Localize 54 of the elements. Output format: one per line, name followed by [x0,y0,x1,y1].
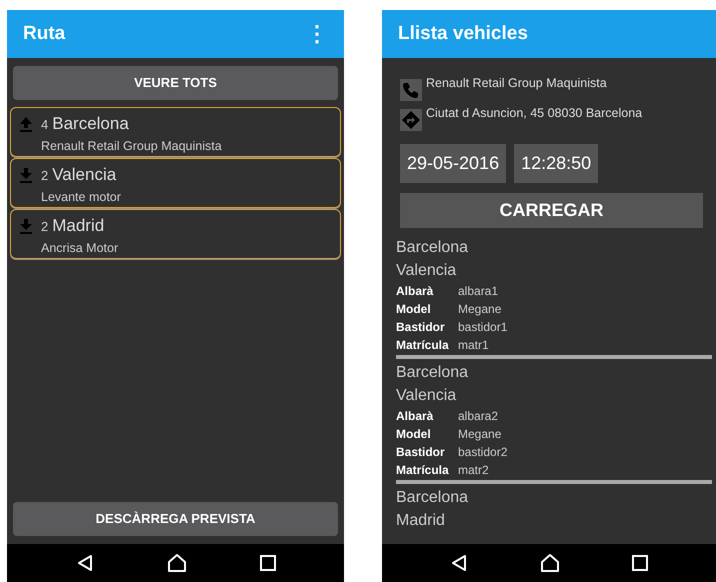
destination-city: Valencia [396,386,458,406]
field-label: Albarà [396,283,434,300]
show-all-button[interactable]: VEURE TOTS [13,66,338,100]
route-stop-item[interactable]: 4 Barcelona Renault Retail Group Maquinista [10,107,341,157]
route-stop-item[interactable]: 2 Madrid Ancrisa Motor [10,209,341,259]
field-label: Albarà [396,408,434,425]
phone-icon[interactable] [400,79,422,101]
field-value: matr1 [458,337,489,354]
field-label: Model [396,426,432,443]
field-value: albara1 [458,283,498,300]
screen-title: Ruta [23,22,66,46]
field-value: bastidor2 [458,444,508,461]
field-label: Bastidor [396,444,446,461]
date-field[interactable]: 29-05-2016 [400,144,506,183]
stop-city: Valencia [52,165,116,185]
destination-city: Madrid [396,511,446,531]
field-value: Megane [458,426,502,443]
field-label: Matrícula [396,462,450,479]
recents-icon[interactable] [632,555,648,571]
vehicle-count: 4 [41,116,48,134]
destination-city: Valencia [396,261,458,281]
stop-company: Renault Retail Group Maquinista [41,138,222,155]
contact-text: Ciutat d Asuncion, 45 08030 Barcelona [426,106,642,120]
screen-title: Llista vehicles [398,22,528,46]
field-label: Bastidor [396,319,446,336]
download-icon [19,218,33,234]
load-button[interactable]: CARREGAR [400,193,703,228]
field-value: albara2 [458,408,498,425]
directions-icon[interactable] [400,109,422,131]
back-icon[interactable] [450,554,468,572]
contact-text: Renault Retail Group Maquinista [426,76,607,90]
recents-icon[interactable] [260,555,276,571]
vehicle-count: 2 [41,167,48,185]
time-field[interactable]: 12:28:50 [514,144,598,183]
planned-unload-button[interactable]: DESCÀRREGA PREVISTA [13,502,338,536]
field-value: matr2 [458,462,489,479]
field-label: Model [396,301,432,318]
back-icon[interactable] [76,554,94,572]
stop-city: Barcelona [52,114,129,134]
upload-icon [19,116,33,132]
stop-company: Levante motor [41,188,121,206]
stop-company: Ancrisa Motor [41,240,118,256]
origin-city: Barcelona [396,363,470,383]
home-icon[interactable] [166,553,186,573]
route-stop-item[interactable]: 2 Valencia Levante motor [10,158,341,208]
stop-city: Madrid [52,216,104,236]
vehicle-count: 2 [41,218,48,236]
field-value: bastidor1 [458,319,508,336]
field-value: Megane [458,301,502,318]
origin-city: Barcelona [396,488,470,508]
home-icon[interactable] [540,553,560,573]
download-icon [19,167,33,183]
origin-city: Barcelona [396,238,470,258]
field-label: Matrícula [396,337,450,354]
